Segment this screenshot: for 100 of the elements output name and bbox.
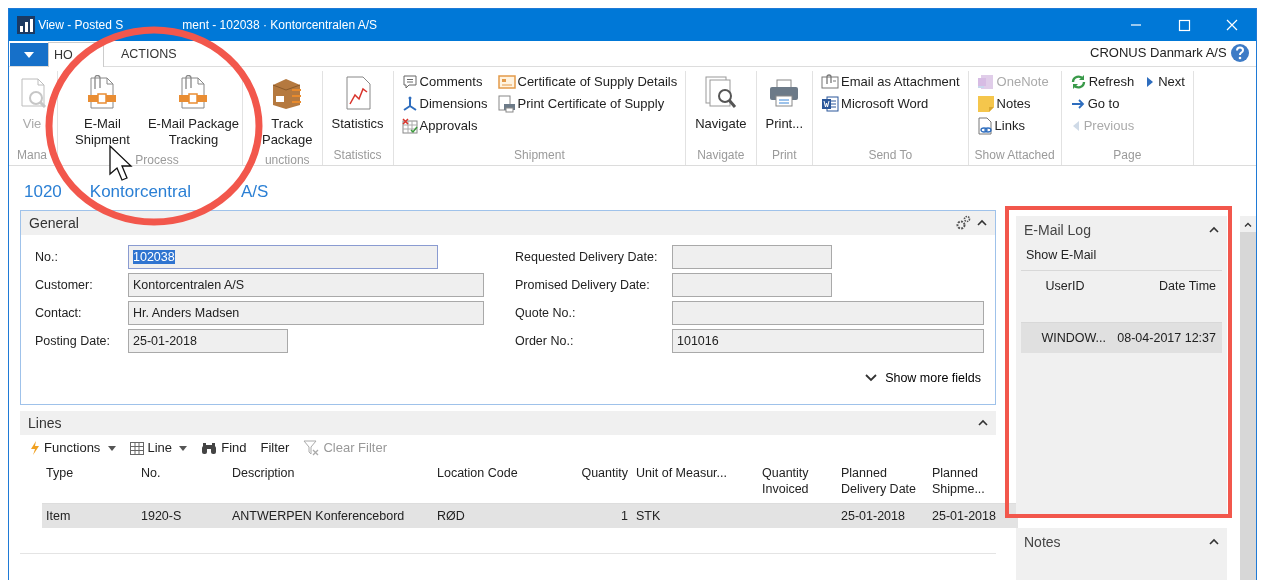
input-field[interactable]: Kontorcentralen A/S (128, 273, 484, 297)
close-icon[interactable] (1225, 18, 1239, 32)
scroll-up-icon[interactable] (1243, 221, 1252, 227)
group-label: Statistics (333, 148, 382, 162)
gears-icon[interactable] (954, 215, 971, 231)
column-header[interactable]: Quantity (577, 461, 632, 503)
ribbon-button[interactable]: Certificate of Supply Details (495, 71, 680, 93)
group-label: Page (1113, 148, 1142, 162)
collapse-icon[interactable] (1208, 226, 1219, 234)
maximize-icon[interactable] (1177, 18, 1191, 32)
field-label: Contact: (35, 304, 83, 322)
caret-icon (24, 51, 34, 58)
toolbar-button[interactable]: Line (129, 438, 188, 458)
group-label: Shipment (514, 148, 565, 162)
table-cell-text: 1920-S (140, 508, 183, 525)
ribbon-button[interactable]: E-Mail Shipment (72, 71, 133, 151)
field-label: Quote No.: (515, 304, 577, 322)
table-row[interactable]: WINDOW... 08-04-2017 12:37 (1021, 322, 1222, 354)
group-label: Process (135, 153, 179, 168)
column-header[interactable]: Planned Delivery Date (837, 461, 928, 503)
column-header[interactable]: No. (137, 461, 228, 503)
print-document-icon (497, 95, 516, 113)
table-cell-text: 08-04-2017 12:37 (1116, 329, 1217, 347)
input-field[interactable]: Hr. Anders Madsen (128, 301, 484, 325)
ribbon-button[interactable]: Go to (1067, 93, 1137, 115)
group-label: Mana (17, 148, 48, 162)
scrollbar[interactable] (1239, 216, 1256, 580)
ribbon-button[interactable]: Comments (399, 71, 490, 93)
input-field[interactable] (672, 245, 832, 269)
ribbon-button[interactable]: Print Certificate of Supply (495, 93, 680, 115)
panel-title: General (29, 213, 79, 233)
help-icon[interactable] (1229, 42, 1250, 63)
field-label: Requested Delivery Date: (515, 248, 659, 266)
ribbon-button[interactable]: Print... (762, 71, 807, 135)
toolbar-button[interactable]: Find (201, 438, 247, 458)
table-row[interactable]: Item 1920-S ANTWERPEN Konferencebord RØD 1 STK 25-01-2018 25-01-2018 (42, 504, 1018, 528)
factbox-title: E-Mail Log (1024, 220, 1091, 240)
column-header[interactable]: UserID (1021, 270, 1109, 302)
ribbon-button[interactable]: Track Package (258, 71, 316, 151)
comment-icon (401, 74, 418, 90)
dimensions-icon (401, 96, 418, 112)
refresh-icon (1069, 74, 1087, 90)
input-field[interactable] (672, 273, 832, 297)
app-icon (17, 16, 35, 34)
input-field[interactable]: 101016 (672, 329, 984, 353)
menu-button[interactable] (10, 43, 48, 66)
table-cell-text: ANTWERPEN Konferencebord (231, 508, 406, 525)
sticky-note-icon (976, 95, 995, 113)
input-field[interactable]: 25-01-2018 (128, 329, 288, 353)
ribbon-tab[interactable]: ACTIONS (112, 42, 186, 66)
toolbar-button[interactable]: Functions (30, 438, 116, 458)
company-name: CRONUS Danmark A/S (1090, 44, 1227, 63)
ribbon-button[interactable]: Notes (974, 93, 1051, 115)
window-title: View - Posted S (38, 17, 124, 34)
table-cell-text: RØD (436, 508, 466, 525)
show-more-button[interactable]: Show more fields (865, 355, 995, 388)
ribbon-button[interactable]: Links (974, 115, 1051, 137)
collapse-icon[interactable] (978, 419, 988, 427)
panel-title: Lines (28, 413, 62, 433)
table-cell-text: 1 (620, 508, 629, 525)
binoculars-icon (201, 441, 218, 455)
ribbon-button[interactable]: Email as Attachment (819, 71, 962, 93)
collapse-icon[interactable] (977, 219, 987, 227)
group-label: Show Attached (974, 148, 1055, 162)
ribbon-button[interactable]: Next (1142, 71, 1187, 93)
ribbon-button[interactable]: Navigate (692, 71, 750, 135)
group-label: Send To (868, 148, 913, 162)
ribbon-button[interactable]: Approvals (399, 115, 490, 137)
table-cell-text: STK (635, 508, 662, 525)
lightning-icon (30, 441, 40, 455)
page-title: Kontorcentral (89, 181, 191, 203)
group-label: Print (771, 148, 797, 162)
show-email-button[interactable]: Show E-Mail (1024, 244, 1099, 267)
page-title: 1020 (24, 181, 62, 203)
ribbon-button[interactable]: E-Mail Package Tracking (144, 71, 242, 151)
input-field[interactable] (672, 301, 984, 325)
clear-filter-icon (303, 440, 320, 456)
column-header[interactable]: Unit of Measur... (632, 461, 758, 503)
collapse-icon[interactable] (1208, 538, 1219, 546)
field-label: Order No.: (515, 332, 575, 350)
column-header[interactable]: Planned Shipme... (928, 461, 1004, 503)
field-label: No.: (35, 248, 59, 266)
grid-icon (129, 441, 144, 455)
column-header[interactable]: Type (42, 461, 137, 503)
column-header[interactable]: Quantity Invoiced (758, 461, 837, 503)
ribbon-button[interactable]: Statistics (328, 71, 387, 135)
column-header[interactable]: Location Code (433, 461, 577, 503)
toolbar-button[interactable]: Filter (260, 438, 290, 458)
table-cell-text: 25-01-2018 (931, 508, 997, 525)
column-header[interactable]: Description (228, 461, 433, 503)
ribbon-button[interactable]: Dimensions (399, 93, 490, 115)
notebook-icon (976, 74, 995, 90)
input-field[interactable]: 102038 (128, 245, 438, 269)
ribbon-button[interactable]: Microsoft Word (819, 93, 962, 115)
chevron-down-icon (865, 374, 878, 383)
table-cell-text: Item (45, 508, 72, 525)
ribbon-button[interactable]: Refresh (1067, 71, 1137, 93)
table-cell-text: WINDOW... (1040, 329, 1107, 347)
field-label: Customer: (35, 276, 94, 294)
column-header[interactable]: Date Time (1109, 270, 1219, 302)
